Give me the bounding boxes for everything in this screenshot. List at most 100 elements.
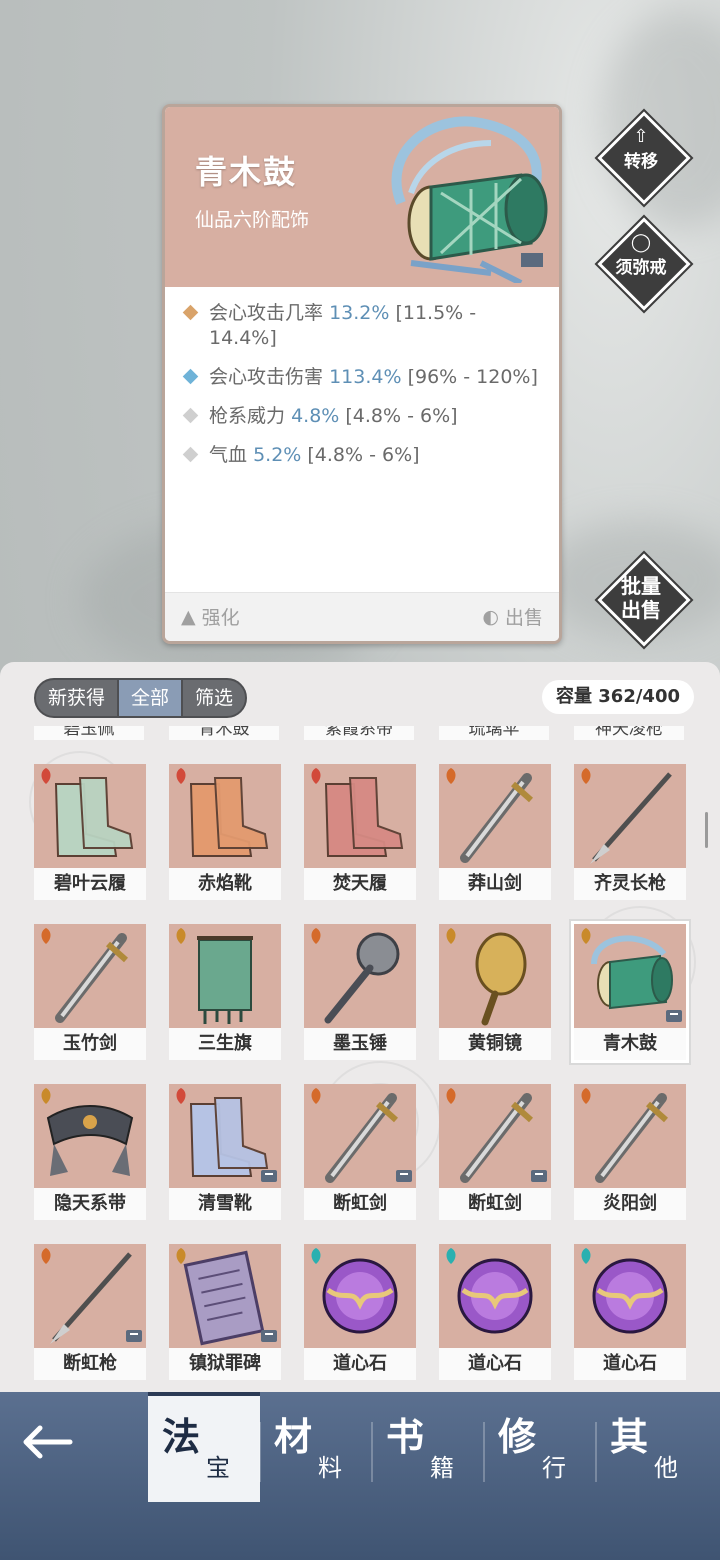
stat-marker-icon (182, 368, 199, 385)
filter-new[interactable]: 新获得 (36, 680, 117, 716)
item-type-badge-icon (176, 768, 186, 784)
item-name: 焚天履 (304, 868, 416, 900)
item-name: 三生旗 (169, 1028, 281, 1060)
stat-range: [4.8% - 6%] (345, 405, 458, 427)
scrollbar[interactable] (705, 812, 708, 848)
inventory-item[interactable]: 三生旗 (169, 924, 281, 1060)
item-name: 黄铜镜 (439, 1028, 551, 1060)
inventory-item[interactable]: 焚天履 (304, 764, 416, 900)
item-type-badge-icon (446, 1248, 456, 1264)
nav-tab[interactable]: 法 宝 (148, 1392, 260, 1502)
inventory-item[interactable]: 清雪靴 (169, 1084, 281, 1220)
item-name: 齐灵长枪 (574, 868, 686, 900)
inventory-item[interactable]: 赤焰靴 (169, 764, 281, 900)
inventory-item[interactable]: 青木鼓 (571, 921, 689, 1063)
nav-tab-main: 书 (386, 1415, 425, 1459)
lock-icon (666, 1010, 682, 1022)
item-type-badge-icon (176, 928, 186, 944)
item-image (439, 1244, 551, 1348)
item-image (574, 764, 686, 868)
item-name: 青木鼓 (574, 1028, 686, 1060)
nav-divider (371, 1422, 373, 1482)
inventory-item[interactable]: 道心石 (304, 1244, 416, 1380)
item-image (169, 1244, 281, 1348)
nav-tab[interactable]: 修 行 (484, 1404, 596, 1494)
item-image (304, 1244, 416, 1348)
item-name: 道心石 (439, 1348, 551, 1380)
sell-button[interactable]: ◐ 出售 (482, 603, 543, 630)
item-image (574, 924, 686, 1028)
item-name[interactable]: 碧玉佩 (34, 726, 144, 740)
item-image (439, 764, 551, 868)
lock-icon (531, 1170, 547, 1182)
item-name: 炎阳剑 (574, 1188, 686, 1220)
item-image (34, 1244, 146, 1348)
item-type-badge-icon (41, 1248, 51, 1264)
filter-all[interactable]: 全部 (117, 680, 184, 716)
item-name[interactable]: 青木鼓 (169, 726, 279, 740)
back-arrow-icon[interactable] (18, 1422, 74, 1462)
item-name: 青木鼓 (195, 153, 298, 191)
item-type-badge-icon (581, 1248, 591, 1264)
stat-line: 气血 5.2% [4.8% - 6%] (182, 443, 549, 468)
item-type-badge-icon (41, 928, 51, 944)
inventory-item[interactable]: 道心石 (574, 1244, 686, 1380)
inventory-item[interactable]: 齐灵长枪 (574, 764, 686, 900)
nav-tab-sub: 宝 (206, 1454, 230, 1482)
item-image (304, 924, 416, 1028)
inventory-item[interactable]: 镇狱罪碑 (169, 1244, 281, 1380)
stat-marker-icon (182, 446, 199, 463)
inventory-item[interactable]: 断虹枪 (34, 1244, 146, 1380)
nav-tab-sub: 他 (654, 1454, 678, 1482)
item-name: 赤焰靴 (169, 868, 281, 900)
upload-icon: ⇧ (633, 126, 649, 147)
nav-tab-sub: 料 (318, 1454, 342, 1482)
nav-divider (483, 1422, 485, 1482)
inventory-item[interactable]: 莽山剑 (439, 764, 551, 900)
inventory-item[interactable]: 玉竹剑 (34, 924, 146, 1060)
item-name[interactable]: 琉璃伞 (439, 726, 549, 740)
item-name: 道心石 (574, 1348, 686, 1380)
item-name: 清雪靴 (169, 1188, 281, 1220)
item-detail-card: 青木鼓 仙品六阶配饰 会心攻击几率 13.2% [11.5% - 14.4%] … (162, 104, 562, 644)
item-image (574, 1244, 686, 1348)
nav-tab[interactable]: 材 料 (260, 1404, 372, 1494)
stat-marker-icon (182, 304, 199, 321)
item-image (439, 924, 551, 1028)
item-name[interactable]: 紫霞系带 (304, 726, 414, 740)
sumeru-ring-button[interactable]: ◯ 须弥戒 (594, 214, 694, 314)
inventory-item[interactable]: 道心石 (439, 1244, 551, 1380)
inventory-item[interactable]: 断虹剑 (304, 1084, 416, 1220)
inventory-item[interactable]: 隐天系带 (34, 1084, 146, 1220)
stat-label: 气血 (209, 444, 248, 466)
item-name: 道心石 (304, 1348, 416, 1380)
enhance-button[interactable]: ▲ 强化 (181, 603, 240, 630)
stat-value: 4.8% (291, 405, 340, 427)
item-image (169, 1084, 281, 1188)
nav-tab-sub: 籍 (430, 1454, 454, 1482)
inventory-item[interactable]: 炎阳剑 (574, 1084, 686, 1220)
stat-line: 会心攻击伤害 113.4% [96% - 120%] (182, 365, 549, 390)
filter-screen[interactable]: 筛选 (183, 680, 245, 716)
nav-divider (259, 1422, 261, 1482)
item-name[interactable]: 神天凌枪 (574, 726, 684, 740)
item-type-badge-icon (581, 928, 591, 944)
item-stats: 会心攻击几率 13.2% [11.5% - 14.4%] 会心攻击伤害 113.… (182, 301, 549, 482)
stat-value: 113.4% (329, 366, 402, 388)
inventory-item[interactable]: 断虹剑 (439, 1084, 551, 1220)
batch-sell-button[interactable]: 批量 出售 (594, 550, 694, 650)
nav-tab[interactable]: 书 籍 (372, 1404, 484, 1494)
item-type-badge-icon (176, 1088, 186, 1104)
lock-icon (396, 1170, 412, 1182)
stat-label: 会心攻击几率 (209, 302, 324, 324)
inventory-item[interactable]: 黄铜镜 (439, 924, 551, 1060)
nav-tab[interactable]: 其 他 (596, 1404, 708, 1494)
coin-icon: ◐ (482, 605, 499, 628)
inventory-item[interactable]: 墨玉锤 (304, 924, 416, 1060)
item-grade: 仙品六阶配饰 (195, 209, 310, 231)
item-name: 莽山剑 (439, 868, 551, 900)
transfer-button[interactable]: ⇧ 转移 (594, 108, 694, 208)
item-name: 墨玉锤 (304, 1028, 416, 1060)
inventory-item[interactable]: 碧叶云履 (34, 764, 146, 900)
stat-label: 会心攻击伤害 (209, 366, 324, 388)
